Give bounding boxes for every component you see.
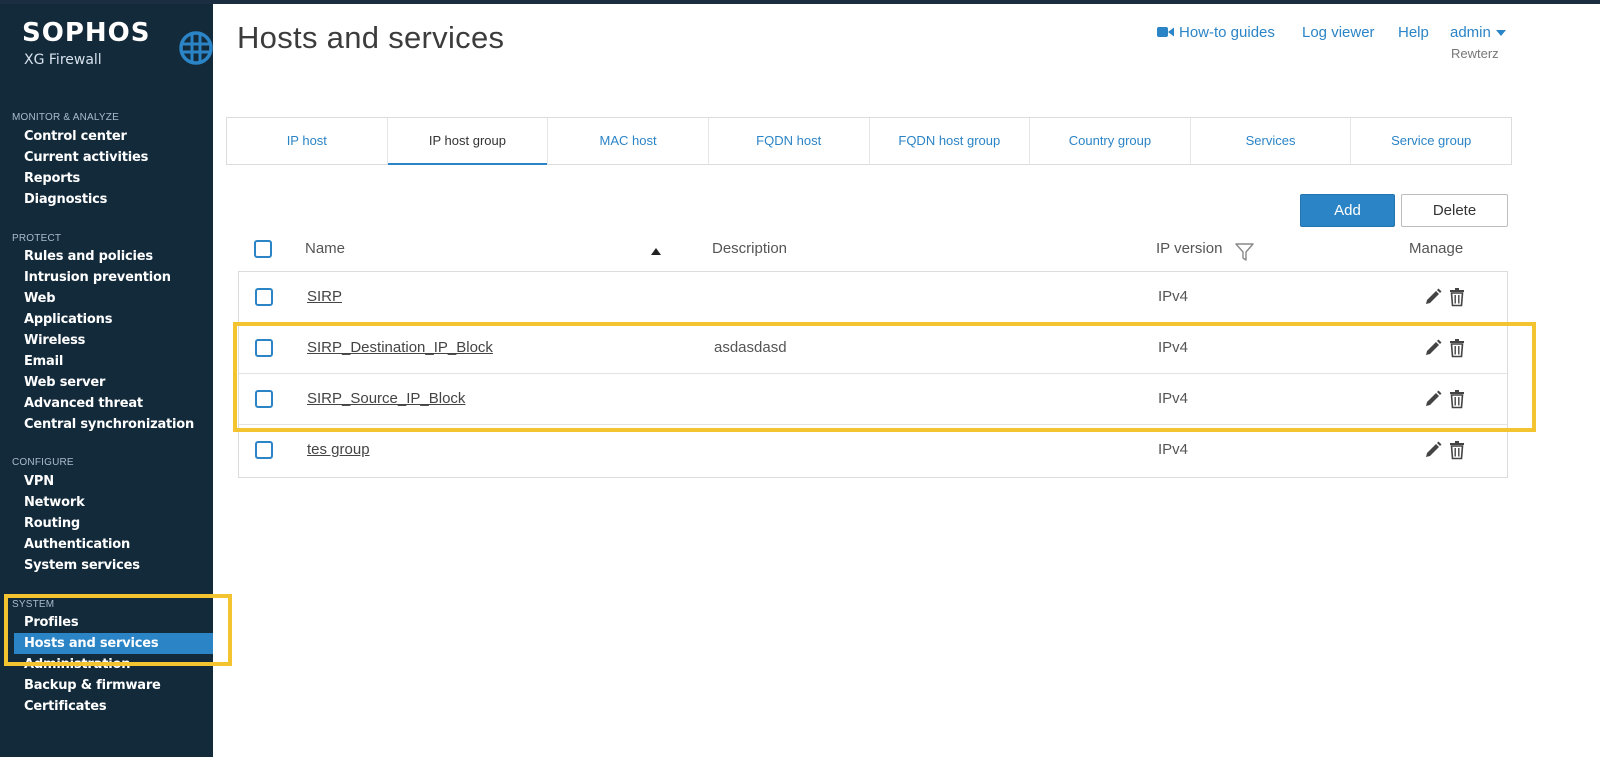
sidebar-item-rules-and-policies[interactable]: Rules and policies (14, 246, 213, 267)
row-name-link[interactable]: tes group (307, 441, 370, 458)
sidebar-item-routing[interactable]: Routing (14, 513, 213, 534)
sidebar-item-email[interactable]: Email (14, 351, 213, 372)
column-header-description: Description (712, 240, 788, 257)
sidebar-item-certificates[interactable]: Certificates (14, 696, 213, 717)
column-header-ip-version: IP version (1156, 240, 1223, 257)
tab-ip-host[interactable]: IP host (227, 118, 388, 164)
tab-fqdn-host[interactable]: FQDN host (709, 118, 870, 164)
section-configure: CONFIGURE (12, 457, 74, 468)
add-button[interactable]: Add (1300, 194, 1395, 227)
sidebar-item-administration[interactable]: Administration (14, 654, 213, 675)
row-checkbox[interactable] (255, 339, 273, 357)
trash-icon[interactable] (1447, 287, 1467, 307)
column-header-manage: Manage (1409, 240, 1464, 257)
page-title: Hosts and services (237, 20, 505, 55)
sidebar-item-vpn[interactable]: VPN (14, 471, 213, 492)
row-ip-version: IPv4 (1158, 390, 1189, 407)
pencil-icon[interactable] (1423, 287, 1443, 307)
howto-guides-label: How-to guides (1179, 24, 1275, 41)
row-name-link[interactable]: SIRP (307, 288, 342, 305)
sidebar-item-system-services[interactable]: System services (14, 555, 213, 576)
howto-guides-link[interactable]: How-to guides (1157, 24, 1275, 41)
sidebar-item-web-server[interactable]: Web server (14, 372, 213, 393)
row-ip-version: IPv4 (1158, 339, 1189, 356)
tab-mac-host[interactable]: MAC host (548, 118, 709, 164)
tab-bar: IP host IP host group MAC host FQDN host… (226, 117, 1512, 165)
sidebar-item-profiles[interactable]: Profiles (14, 612, 213, 633)
sidebar-item-network[interactable]: Network (14, 492, 213, 513)
user-menu[interactable]: admin (1450, 24, 1506, 41)
row-checkbox[interactable] (255, 288, 273, 306)
trash-icon[interactable] (1447, 389, 1467, 409)
product-name: XG Firewall (24, 52, 102, 68)
trash-icon[interactable] (1447, 338, 1467, 358)
video-camera-icon (1157, 27, 1174, 37)
table-row: SIRP_Source_IP_Block IPv4 (239, 374, 1507, 425)
log-viewer-link[interactable]: Log viewer (1302, 24, 1375, 41)
section-protect: PROTECT (12, 233, 62, 244)
sidebar-item-hosts-and-services[interactable]: Hosts and services (14, 633, 213, 654)
sidebar-item-applications[interactable]: Applications (14, 309, 213, 330)
row-ip-version: IPv4 (1158, 288, 1189, 305)
pencil-icon[interactable] (1423, 440, 1443, 460)
row-description: asdasdasd (714, 339, 787, 356)
sidebar-item-central-synchronization[interactable]: Central synchronization (14, 414, 213, 435)
hosts-table: SIRP IPv4 SIRP_Destination_IP_Block asda… (238, 271, 1508, 478)
user-organization: Rewterz (1451, 46, 1499, 61)
filter-icon[interactable] (1235, 242, 1254, 262)
sidebar-item-control-center[interactable]: Control center (14, 126, 213, 147)
sidebar-item-current-activities[interactable]: Current activities (14, 147, 213, 168)
select-all-checkbox[interactable] (254, 240, 272, 258)
row-name-link[interactable]: SIRP_Destination_IP_Block (307, 339, 493, 356)
table-row: SIRP IPv4 (239, 272, 1507, 323)
globe-icon (179, 31, 213, 65)
tab-fqdn-host-group[interactable]: FQDN host group (870, 118, 1031, 164)
top-accent-line (0, 0, 1600, 4)
table-row: tes group IPv4 (239, 425, 1507, 476)
tab-ip-host-group[interactable]: IP host group (387, 118, 549, 165)
sophos-logo: SOPHOS XG Firewall (22, 18, 213, 68)
brand-name: SOPHOS (22, 18, 151, 48)
row-checkbox[interactable] (255, 390, 273, 408)
trash-icon[interactable] (1447, 440, 1467, 460)
sidebar-item-wireless[interactable]: Wireless (14, 330, 213, 351)
delete-button[interactable]: Delete (1401, 194, 1508, 227)
sidebar-item-reports[interactable]: Reports (14, 168, 213, 189)
sidebar-item-diagnostics[interactable]: Diagnostics (14, 189, 213, 210)
help-link[interactable]: Help (1398, 24, 1429, 41)
sidebar: SOPHOS XG Firewall MONITOR & ANALYZE Con… (0, 4, 213, 757)
row-checkbox[interactable] (255, 441, 273, 459)
table-row: SIRP_Destination_IP_Block asdasdasd IPv4 (239, 323, 1507, 374)
sidebar-item-web[interactable]: Web (14, 288, 213, 309)
pencil-icon[interactable] (1423, 338, 1443, 358)
column-header-name[interactable]: Name (305, 240, 345, 257)
sidebar-item-backup-firmware[interactable]: Backup & firmware (14, 675, 213, 696)
tab-country-group[interactable]: Country group (1030, 118, 1191, 164)
section-system: SYSTEM (12, 599, 55, 610)
row-name-link[interactable]: SIRP_Source_IP_Block (307, 390, 465, 407)
sidebar-item-intrusion-prevention[interactable]: Intrusion prevention (14, 267, 213, 288)
sidebar-item-advanced-threat[interactable]: Advanced threat (14, 393, 213, 414)
user-name: admin (1450, 24, 1491, 41)
sidebar-item-authentication[interactable]: Authentication (14, 534, 213, 555)
section-monitor-analyze: MONITOR & ANALYZE (12, 112, 119, 123)
caret-down-icon (1495, 30, 1506, 37)
pencil-icon[interactable] (1423, 389, 1443, 409)
tab-services[interactable]: Services (1191, 118, 1352, 164)
sort-ascending-icon[interactable] (651, 248, 661, 255)
tab-service-group[interactable]: Service group (1351, 118, 1511, 164)
row-ip-version: IPv4 (1158, 441, 1189, 458)
